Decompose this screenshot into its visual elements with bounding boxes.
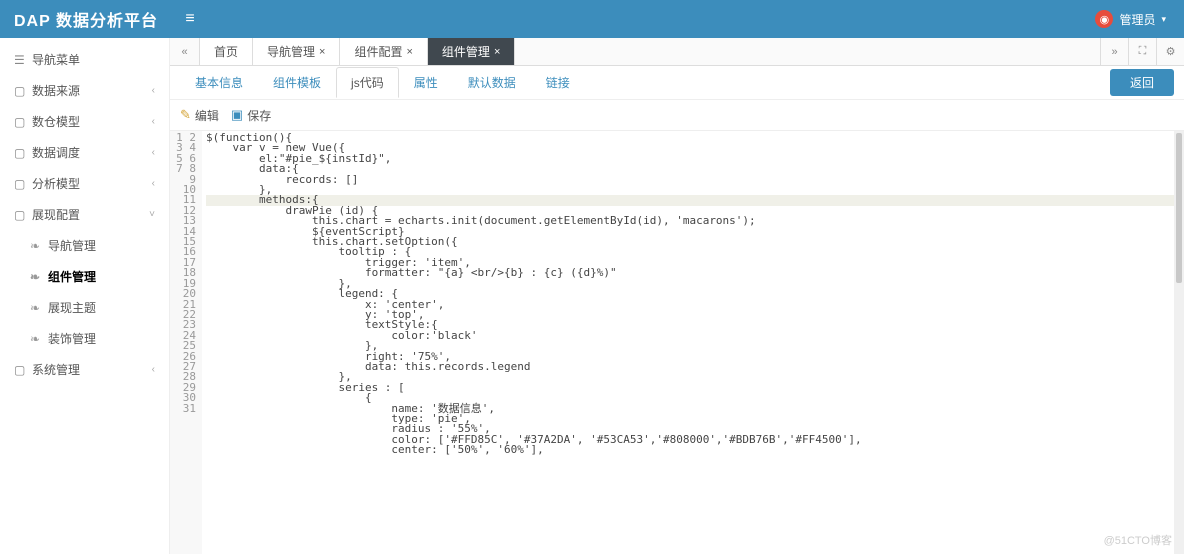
subtab-1[interactable]: 组件模板 [258,67,336,98]
sidebar: ☰导航菜单 ▢数据来源‹ ▢数仓模型‹ ▢数据调度‹ ▢分析模型‹ ▢展现配置˅… [0,38,170,554]
header-user[interactable]: ◉ 管理员 ▾ [1095,10,1184,28]
sidebar-item-navmenu[interactable]: ☰导航菜单 [0,44,169,75]
tab-next-button[interactable]: » [1100,38,1128,65]
sidebar-sub-decor[interactable]: ❧装饰管理 [0,323,169,354]
code-area[interactable]: $(function(){ var v = new Vue({ el:"#pie… [202,131,1174,554]
tab-1[interactable]: 导航管理× [253,38,340,65]
folder-icon: ▢ [14,208,32,222]
folder-icon: ▢ [14,84,32,98]
save-icon: ▣ [231,107,243,123]
folder-icon: ▢ [14,177,32,191]
chevron-left-icon: ‹ [152,116,155,127]
subtab-5[interactable]: 链接 [531,67,585,98]
tab-0[interactable]: 首页 [200,38,253,65]
close-icon[interactable]: × [494,46,500,58]
line-gutter: 1 2 3 4 5 6 7 8 9 10 11 12 13 14 15 16 1… [170,131,202,554]
subtabs-row: 基本信息组件模板js代码属性默认数据链接 返回 [170,66,1184,100]
tab-2[interactable]: 组件配置× [340,38,427,65]
tabbar: « 首页导航管理×组件配置×组件管理× » ⛶ ⚙ [170,38,1184,66]
chevron-left-icon: ‹ [152,85,155,96]
folder-icon: ▢ [14,363,32,377]
subtab-0[interactable]: 基本信息 [180,67,258,98]
close-icon[interactable]: × [319,46,325,58]
tab-prev-button[interactable]: « [170,38,200,65]
chevron-left-icon: ‹ [152,178,155,189]
expand-icon[interactable]: ⛶ [1128,38,1156,65]
sidebar-item-datasource[interactable]: ▢数据来源‹ [0,75,169,106]
leaf-icon: ❧ [30,332,48,346]
menu-icon: ☰ [14,53,32,67]
scrollbar[interactable] [1174,131,1184,554]
subtab-2[interactable]: js代码 [336,67,399,98]
subtab-3[interactable]: 属性 [399,67,453,98]
leaf-icon: ❧ [30,270,48,284]
save-button[interactable]: ▣保存 [231,107,271,124]
leaf-icon: ❧ [30,239,48,253]
sidebar-sub-compmgmt[interactable]: ❧组件管理 [0,261,169,292]
settings-icon[interactable]: ⚙ [1156,38,1184,65]
close-icon[interactable]: × [406,46,412,58]
tab-3[interactable]: 组件管理× [428,38,515,65]
sidebar-sub-navmgmt[interactable]: ❧导航管理 [0,230,169,261]
sidebar-item-warehouse[interactable]: ▢数仓模型‹ [0,106,169,137]
sidebar-item-display[interactable]: ▢展现配置˅ [0,199,169,230]
folder-icon: ▢ [14,115,32,129]
folder-icon: ▢ [14,146,32,160]
sidebar-sub-theme[interactable]: ❧展现主题 [0,292,169,323]
edit-button[interactable]: ✎编辑 [180,107,219,124]
leaf-icon: ❧ [30,301,48,315]
caret-down-icon: ▾ [1161,14,1166,25]
chevron-left-icon: ‹ [152,364,155,375]
menu-toggle-icon[interactable]: ≡ [170,10,210,28]
watermark: @51CTO博客 [1104,532,1172,548]
user-label: 管理员 [1119,11,1155,28]
chevron-down-icon: ˅ [149,209,155,220]
code-editor[interactable]: 1 2 3 4 5 6 7 8 9 10 11 12 13 14 15 16 1… [170,130,1184,554]
scrollbar-thumb[interactable] [1176,133,1182,283]
back-button[interactable]: 返回 [1110,69,1174,96]
sidebar-item-schedule[interactable]: ▢数据调度‹ [0,137,169,168]
sidebar-item-analysis[interactable]: ▢分析模型‹ [0,168,169,199]
pencil-icon: ✎ [180,107,191,123]
editor-toolbar: ✎编辑 ▣保存 [170,100,1184,130]
app-logo: DAP 数据分析平台 [0,7,170,31]
sidebar-item-system[interactable]: ▢系统管理‹ [0,354,169,385]
subtab-4[interactable]: 默认数据 [453,67,531,98]
chevron-left-icon: ‹ [152,147,155,158]
location-icon: ◉ [1095,10,1113,28]
header: DAP 数据分析平台 ≡ ◉ 管理员 ▾ [0,0,1184,38]
main: « 首页导航管理×组件配置×组件管理× » ⛶ ⚙ 基本信息组件模板js代码属性… [170,38,1184,554]
